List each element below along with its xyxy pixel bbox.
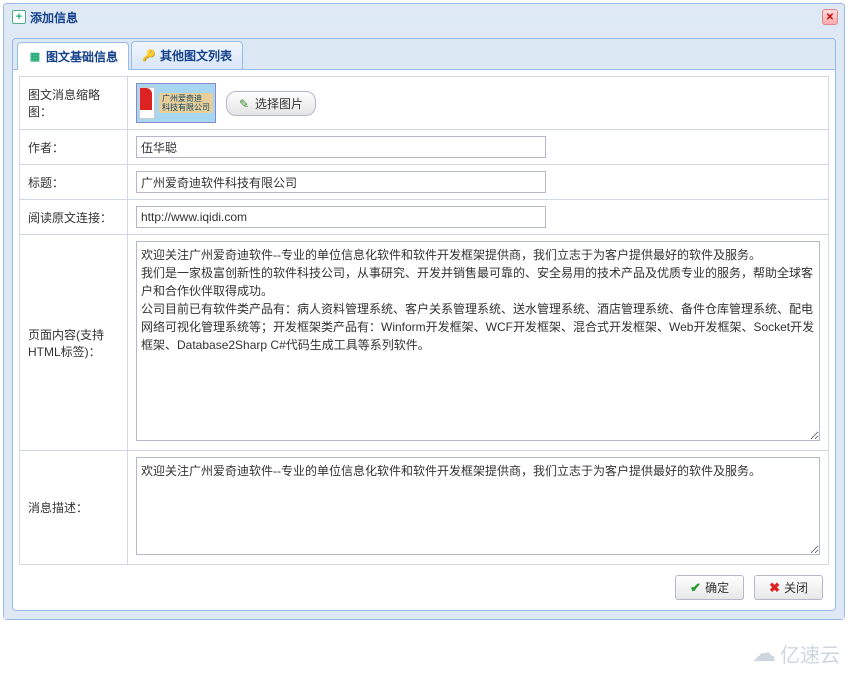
label-title: 标题：: [20, 165, 128, 200]
title-input[interactable]: [136, 171, 546, 193]
x-icon: ✖: [769, 580, 780, 596]
cloud-icon: ☁: [752, 639, 776, 668]
close-label: 关闭: [784, 579, 808, 596]
pencil-icon: ✎: [239, 97, 251, 109]
content-textarea[interactable]: [136, 241, 820, 441]
tab-label: 其他图文列表: [160, 47, 232, 64]
row-title: 标题：: [20, 165, 829, 200]
form-table: 图文消息缩略图： 广州爱奇迪科技有限公司 ✎ 选择图片: [19, 76, 829, 565]
key-icon: 🔑: [142, 49, 156, 63]
check-icon: ✔: [690, 580, 701, 596]
row-thumbnail: 图文消息缩略图： 广州爱奇迪科技有限公司 ✎ 选择图片: [20, 77, 829, 130]
row-source-url: 阅读原文连接：: [20, 200, 829, 235]
ok-button[interactable]: ✔ 确定: [675, 575, 744, 600]
form-panel: 图文消息缩略图： 广州爱奇迪科技有限公司 ✎ 选择图片: [12, 70, 836, 611]
tab-label: 图文基础信息: [46, 48, 118, 65]
label-content: 页面内容(支持HTML标签)：: [20, 235, 128, 451]
label-thumbnail: 图文消息缩略图：: [20, 77, 128, 130]
tab-basic-info[interactable]: ▦ 图文基础信息: [17, 42, 129, 70]
thumbnail-image: 广州爱奇迪科技有限公司: [136, 83, 216, 123]
close-icon[interactable]: ✕: [822, 9, 838, 25]
source-url-input[interactable]: [136, 206, 546, 228]
tab-other-list[interactable]: 🔑 其他图文列表: [131, 41, 243, 69]
description-textarea[interactable]: [136, 457, 820, 555]
label-description: 消息描述：: [20, 451, 128, 565]
author-input[interactable]: [136, 136, 546, 158]
dialog-window: + 添加信息 ✕ ▦ 图文基础信息 🔑 其他图文列表 图文消息缩略图：: [3, 3, 845, 620]
select-image-label: 选择图片: [255, 95, 303, 112]
close-button[interactable]: ✖ 关闭: [754, 575, 823, 600]
watermark: ☁ 亿速云: [752, 639, 840, 668]
label-source-url: 阅读原文连接：: [20, 200, 128, 235]
row-content: 页面内容(支持HTML标签)：: [20, 235, 829, 451]
add-icon: +: [12, 10, 26, 24]
panel-body: ▦ 图文基础信息 🔑 其他图文列表 图文消息缩略图： 广州爱奇迪科技有限公司: [4, 30, 844, 619]
ok-label: 确定: [705, 579, 729, 596]
window-title: 添加信息: [30, 9, 78, 26]
button-bar: ✔ 确定 ✖ 关闭: [19, 565, 829, 604]
form-icon: ▦: [28, 50, 42, 64]
titlebar: + 添加信息 ✕: [4, 4, 844, 30]
row-author: 作者：: [20, 130, 829, 165]
tabs-strip: ▦ 图文基础信息 🔑 其他图文列表: [12, 38, 836, 70]
cell-thumbnail: 广州爱奇迪科技有限公司 ✎ 选择图片: [128, 77, 829, 130]
label-author: 作者：: [20, 130, 128, 165]
select-image-button[interactable]: ✎ 选择图片: [226, 91, 316, 116]
watermark-text: 亿速云: [780, 639, 840, 668]
row-description: 消息描述：: [20, 451, 829, 565]
